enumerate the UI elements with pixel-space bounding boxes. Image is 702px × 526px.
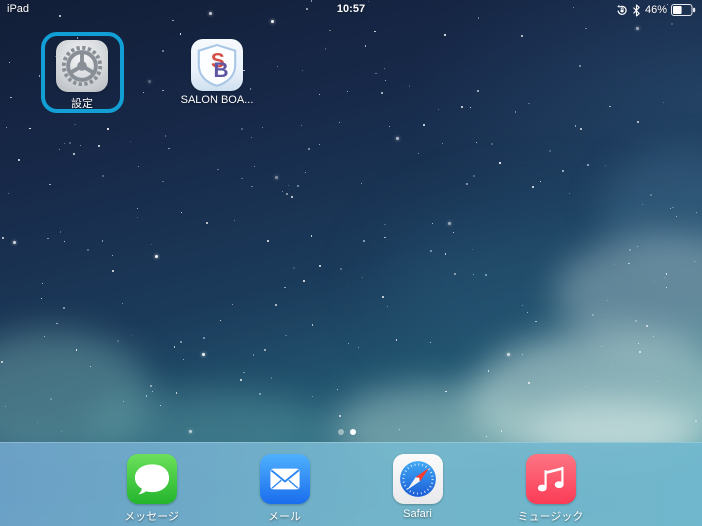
music-icon [525, 454, 576, 504]
salon-board-icon: S B [191, 39, 243, 91]
clock: 10:57 [336, 3, 366, 15]
page-dot-active[interactable] [350, 429, 356, 435]
nebula-cloud [555, 235, 702, 355]
safari-icon [392, 454, 443, 504]
messages-icon [126, 454, 177, 504]
dock: メッセージ メール Safari ミュージック [0, 442, 702, 526]
dock-label-safari: Safari [403, 508, 432, 520]
app-settings[interactable]: 設定 [40, 40, 124, 111]
nebula-cloud [380, 200, 702, 360]
battery-percent: 46% [644, 4, 667, 16]
dock-label-music: ミュージック [517, 511, 584, 523]
app-label-salon-board: SALON BOA... [180, 94, 254, 106]
mail-icon [259, 454, 310, 504]
dock-app-mail[interactable]: メール [259, 454, 310, 524]
app-salon-board[interactable]: S B SALON BOA... [175, 39, 259, 106]
app-label-settings: 設定 [71, 98, 93, 110]
orientation-lock-icon [616, 4, 628, 16]
dock-label-mail: メール [268, 511, 301, 523]
page-dots [338, 429, 356, 435]
svg-text:B: B [214, 59, 229, 82]
dock-label-messages: メッセージ [124, 511, 179, 523]
nebula-cloud [0, 330, 150, 460]
page-dot[interactable] [338, 429, 344, 435]
settings-icon [56, 40, 108, 92]
dock-app-music[interactable]: ミュージック [518, 454, 583, 524]
status-bar: iPad 10:57 46% [0, 0, 702, 20]
battery-icon [671, 4, 696, 16]
nebula-cloud [600, 150, 702, 270]
dock-app-messages[interactable]: メッセージ [124, 454, 179, 524]
ipad-home-screen: iPad 10:57 46% 設定 S B SALON BOA... メッセージ… [0, 0, 702, 526]
bluetooth-icon [632, 4, 641, 17]
dock-app-safari[interactable]: Safari [392, 454, 443, 524]
